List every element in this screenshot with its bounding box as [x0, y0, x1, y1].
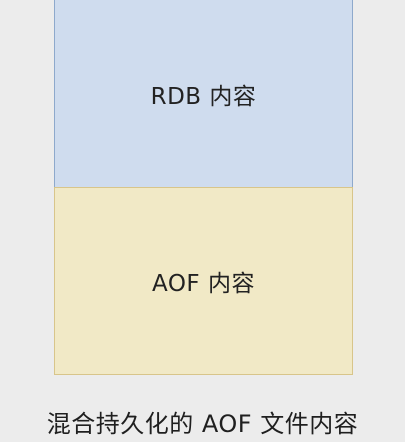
aof-file-diagram: RDB 内容 AOF 内容 混合持久化的 AOF 文件内容 — [0, 0, 405, 442]
rdb-content-block: RDB 内容 — [54, 0, 353, 188]
diagram-caption: 混合持久化的 AOF 文件内容 — [46, 410, 359, 438]
aof-content-block: AOF 内容 — [54, 187, 353, 375]
aof-content-label: AOF 内容 — [152, 271, 255, 297]
rdb-content-label: RDB 内容 — [150, 83, 257, 110]
